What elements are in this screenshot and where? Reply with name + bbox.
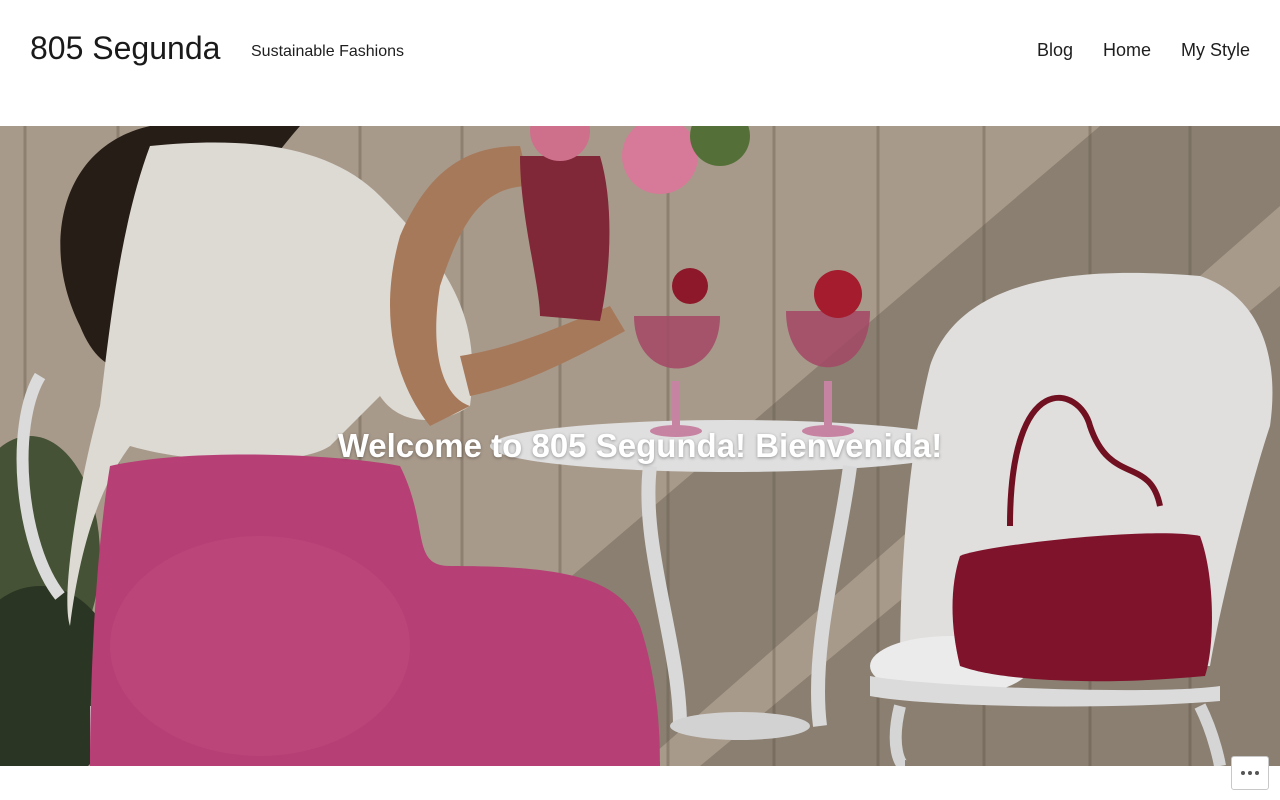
site-title-link[interactable]: 805 Segunda (30, 28, 220, 68)
ellipsis-icon (1241, 771, 1259, 775)
nav-item-my-style[interactable]: My Style (1181, 38, 1250, 62)
site-header: 805 Segunda Sustainable Fashions Blog Ho… (0, 0, 1280, 126)
site-tagline: Sustainable Fashions (251, 43, 404, 60)
more-options-button[interactable] (1231, 756, 1269, 790)
hero-cover: Welcome to 805 Segunda! Bienvenida! (0, 126, 1280, 766)
nav-item-home[interactable]: Home (1103, 38, 1151, 62)
nav-item-blog[interactable]: Blog (1037, 38, 1073, 62)
primary-navigation: Blog Home My Style (1037, 38, 1250, 62)
hero-heading: Welcome to 805 Segunda! Bienvenida! (337, 427, 943, 464)
